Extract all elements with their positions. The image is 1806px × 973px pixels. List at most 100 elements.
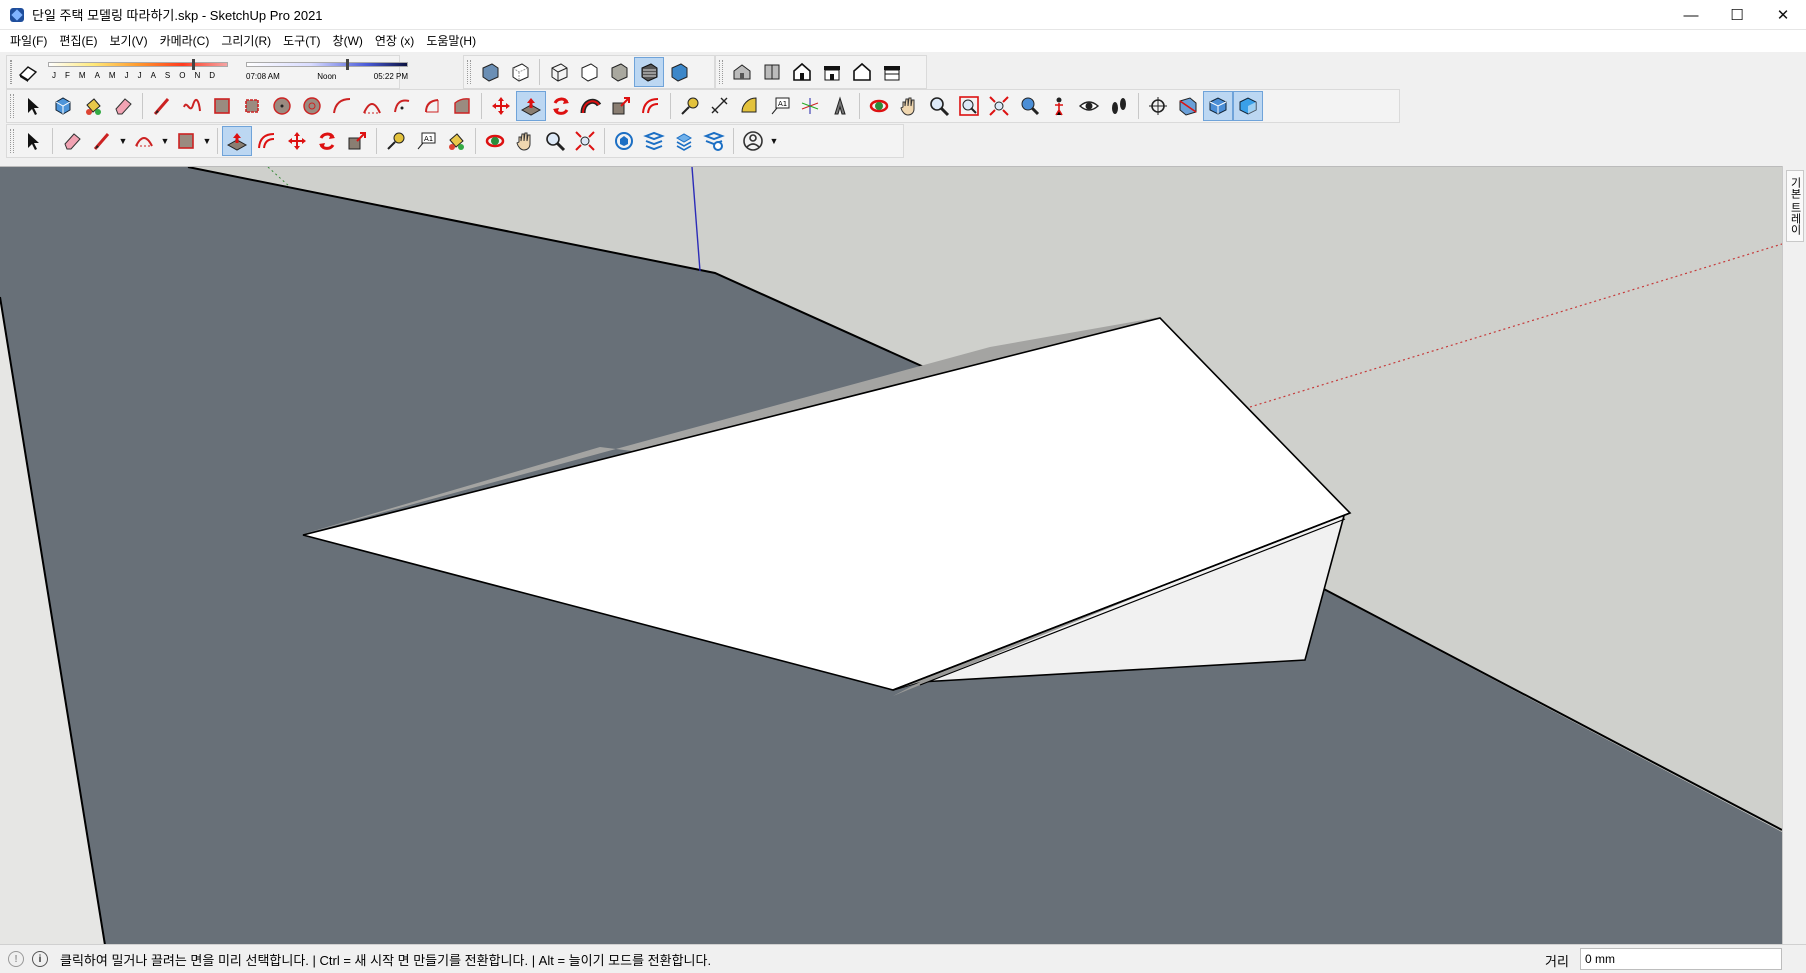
date-slider-thumb[interactable]	[192, 59, 195, 70]
extension-manager-icon[interactable]	[699, 126, 729, 156]
toolbar-grip[interactable]	[10, 94, 14, 118]
zoom-extents-tool-icon[interactable]	[984, 91, 1014, 121]
freehand-tool-icon[interactable]	[177, 91, 207, 121]
scale-tool-small-icon[interactable]	[342, 126, 372, 156]
menu-view[interactable]: 보기(V)	[103, 30, 153, 52]
three-point-arc-tool-icon[interactable]	[387, 91, 417, 121]
display-section-planes-icon[interactable]	[1173, 91, 1203, 121]
top-view-icon[interactable]	[757, 57, 787, 87]
line-tools-dropdown-icon[interactable]: ▼	[117, 126, 129, 156]
arc-tool-icon[interactable]	[327, 91, 357, 121]
line-tool-icon[interactable]	[147, 91, 177, 121]
account-dropdown-icon[interactable]: ▼	[768, 126, 780, 156]
pie-tool-icon[interactable]	[417, 91, 447, 121]
protractor-tool-icon[interactable]	[735, 91, 765, 121]
wireframe-style-icon[interactable]	[544, 57, 574, 87]
follow-me-tool-icon[interactable]	[576, 91, 606, 121]
offset-tool-small-icon[interactable]	[252, 126, 282, 156]
line-tool-small-icon[interactable]	[87, 126, 117, 156]
toolbar-grip[interactable]	[10, 60, 12, 84]
offset-tool-icon[interactable]	[636, 91, 666, 121]
circle-tool-icon[interactable]	[267, 91, 297, 121]
axes-tool-icon[interactable]	[795, 91, 825, 121]
dimension-tool-icon[interactable]	[705, 91, 735, 121]
iso-view-icon[interactable]	[727, 57, 757, 87]
look-around-tool-icon[interactable]	[1074, 91, 1104, 121]
orbit-tool-icon[interactable]	[864, 91, 894, 121]
menu-tools[interactable]: 도구(T)	[277, 30, 326, 52]
minimize-button[interactable]: —	[1668, 0, 1714, 30]
monochrome-style-icon[interactable]	[664, 57, 694, 87]
instructor-info-icon[interactable]: i	[32, 951, 48, 967]
shadow-settings-icon[interactable]	[16, 57, 40, 87]
menu-edit[interactable]: 편집(E)	[53, 30, 103, 52]
display-section-fill-icon[interactable]	[1233, 91, 1263, 121]
geolocation-icon[interactable]: !	[8, 951, 24, 967]
scale-tool-icon[interactable]	[606, 91, 636, 121]
push-pull-tool-small-icon[interactable]	[222, 126, 252, 156]
model-viewport[interactable]	[0, 166, 1782, 944]
make-component-icon[interactable]	[48, 91, 78, 121]
move-tool-icon[interactable]	[486, 91, 516, 121]
pie-filled-tool-icon[interactable]	[447, 91, 477, 121]
maximize-button[interactable]: ☐	[1714, 0, 1760, 30]
3d-warehouse-icon[interactable]	[609, 126, 639, 156]
display-section-cuts-icon[interactable]	[1203, 91, 1233, 121]
two-point-arc-tool-icon[interactable]	[357, 91, 387, 121]
viewport-canvas[interactable]	[0, 167, 1782, 944]
pan-tool-icon[interactable]	[894, 91, 924, 121]
measurements-input[interactable]: 0 mm	[1580, 948, 1782, 970]
text-tool-icon[interactable]: A1	[765, 91, 795, 121]
select-tool-small-icon[interactable]	[18, 126, 48, 156]
menu-draw[interactable]: 그리기(R)	[215, 30, 277, 52]
rotate-tool-small-icon[interactable]	[312, 126, 342, 156]
shaded-with-textures-style-icon[interactable]	[634, 57, 664, 87]
tape-measure-tool-icon[interactable]	[675, 91, 705, 121]
back-edges-style-icon[interactable]	[505, 57, 535, 87]
walk-tool-icon[interactable]	[1104, 91, 1134, 121]
shadow-date-slider[interactable]: J F M A M J J A S O N D	[46, 57, 232, 87]
front-view-icon[interactable]	[787, 57, 817, 87]
select-tool-icon[interactable]	[18, 91, 48, 121]
menu-help[interactable]: 도움말(H)	[420, 30, 482, 52]
zoom-tool-icon[interactable]	[924, 91, 954, 121]
rectangle-tool-icon[interactable]	[207, 91, 237, 121]
zoom-window-tool-icon[interactable]	[954, 91, 984, 121]
orbit-tool-small-icon[interactable]	[480, 126, 510, 156]
position-camera-tool-icon[interactable]	[1044, 91, 1074, 121]
pan-tool-small-icon[interactable]	[510, 126, 540, 156]
eraser-tool-icon[interactable]	[108, 91, 138, 121]
menu-window[interactable]: 창(W)	[327, 30, 369, 52]
3d-text-tool-icon[interactable]	[825, 91, 855, 121]
toolbar-grip[interactable]	[719, 60, 723, 84]
eraser-tool-small-icon[interactable]	[57, 126, 87, 156]
menu-file[interactable]: 파일(F)	[4, 30, 53, 52]
previous-view-icon[interactable]	[1014, 91, 1044, 121]
polygon-tool-icon[interactable]	[297, 91, 327, 121]
extension-warehouse-icon[interactable]	[639, 126, 669, 156]
layout-send-icon[interactable]	[669, 126, 699, 156]
menu-extensions[interactable]: 연장 (x)	[369, 30, 420, 52]
time-slider-thumb[interactable]	[346, 59, 350, 70]
left-view-icon[interactable]	[877, 57, 907, 87]
user-account-icon[interactable]	[738, 126, 768, 156]
zoom-extents-small-icon[interactable]	[570, 126, 600, 156]
paint-bucket-small-icon[interactable]	[441, 126, 471, 156]
xray-style-icon[interactable]	[475, 57, 505, 87]
text-tool-small-icon[interactable]: A1	[411, 126, 441, 156]
arc-tool-small-icon[interactable]	[129, 126, 159, 156]
toolbar-grip[interactable]	[10, 129, 14, 153]
close-button[interactable]: ✕	[1760, 0, 1806, 30]
shape-tools-dropdown-icon[interactable]: ▼	[201, 126, 213, 156]
push-pull-tool-icon[interactable]	[516, 91, 546, 121]
rotated-rectangle-tool-icon[interactable]	[237, 91, 267, 121]
rotate-tool-icon[interactable]	[546, 91, 576, 121]
zoom-tool-small-icon[interactable]	[540, 126, 570, 156]
tape-measure-small-icon[interactable]	[381, 126, 411, 156]
menu-camera[interactable]: 카메라(C)	[154, 30, 216, 52]
section-plane-tool-icon[interactable]	[1143, 91, 1173, 121]
default-tray-tab[interactable]: 기본 트레이	[1786, 170, 1804, 242]
back-view-icon[interactable]	[847, 57, 877, 87]
toolbar-grip[interactable]	[467, 60, 471, 84]
hidden-line-style-icon[interactable]	[574, 57, 604, 87]
